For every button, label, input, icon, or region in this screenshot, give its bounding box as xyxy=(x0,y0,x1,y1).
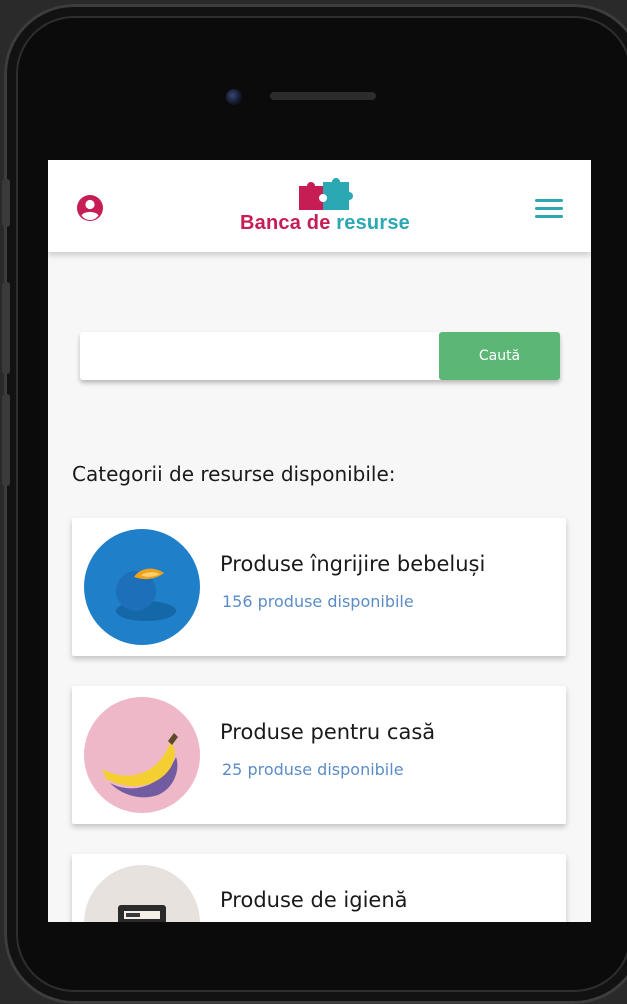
category-name: Produse de igienă xyxy=(220,888,408,912)
front-camera xyxy=(226,89,242,105)
logo-word-1: Banca de xyxy=(240,212,331,234)
brand-logo[interactable]: Banca de resurse xyxy=(230,176,420,240)
orange-fruit-icon xyxy=(84,529,200,645)
volume-down-button xyxy=(2,394,10,486)
search-bar: Caută xyxy=(80,332,560,380)
category-count: 156 produse disponibile xyxy=(222,592,414,611)
user-circle-icon[interactable] xyxy=(76,194,104,222)
product-box-icon xyxy=(84,865,200,922)
category-card-baby-care[interactable]: Produse îngrijire bebeluși 156 produse d… xyxy=(72,518,566,656)
banana-icon xyxy=(84,697,200,813)
logo-word-2: resurse xyxy=(336,212,410,234)
search-button[interactable]: Caută xyxy=(439,332,560,380)
category-name: Produse îngrijire bebeluși xyxy=(220,552,486,576)
earpiece-speaker xyxy=(270,92,376,100)
category-name: Produse pentru casă xyxy=(220,720,436,744)
categories-heading: Categorii de resurse disponibile: xyxy=(72,462,396,486)
category-card-household[interactable]: Produse pentru casă 25 produse disponibi… xyxy=(72,686,566,824)
volume-up-button xyxy=(2,282,10,374)
app-header: Banca de resurse xyxy=(48,160,591,252)
category-count: 25 produse disponibile xyxy=(222,760,404,779)
logo-wordmark: Banca de resurse xyxy=(230,212,420,235)
app-screen: Banca de resurse Caută Categorii de resu… xyxy=(48,160,591,922)
hamburger-menu-icon[interactable] xyxy=(535,198,563,220)
mute-switch xyxy=(2,179,10,227)
puzzle-logo-icon xyxy=(299,178,353,210)
category-card-hygiene[interactable]: Produse de igienă xyxy=(72,854,566,922)
search-input[interactable] xyxy=(80,332,435,380)
